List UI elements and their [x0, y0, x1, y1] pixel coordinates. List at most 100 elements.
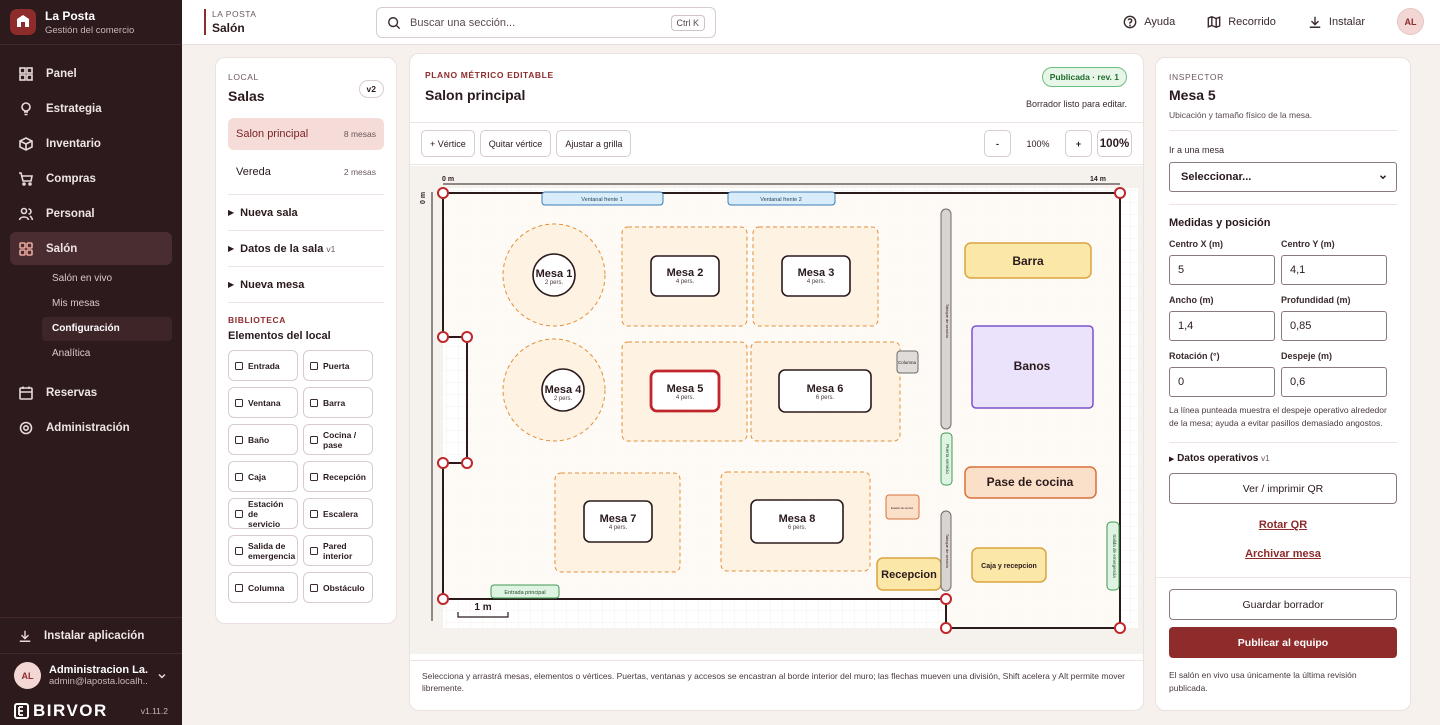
vertex-handle[interactable] — [437, 187, 449, 199]
save-draft-button[interactable]: Guardar borrador — [1169, 589, 1397, 620]
partition-wall-1[interactable]: Tabique de servicio — [940, 208, 952, 430]
user-avatar[interactable]: AL — [1397, 8, 1424, 35]
nav-item-panel[interactable]: Panel — [10, 57, 172, 90]
nav-item-reservas[interactable]: Reservas — [10, 376, 172, 409]
view-qr-button[interactable]: Ver / imprimir QR — [1169, 473, 1397, 504]
caret-right-icon: ▶ — [1169, 456, 1175, 463]
publish-button[interactable]: Publicar al equipo — [1169, 627, 1397, 658]
table-mesa-8[interactable]: Mesa 8 6 pers. — [750, 499, 844, 544]
caret-right-icon: ▶ — [228, 280, 235, 289]
library-item-salida[interactable]: Salida de emergencia — [228, 535, 298, 566]
center-y-input[interactable]: 4,1 — [1281, 255, 1387, 285]
add-vertex-button[interactable]: + Vértice — [421, 130, 475, 157]
clearance-input[interactable]: 0,6 — [1281, 367, 1387, 397]
table-mesa-3[interactable]: Mesa 3 4 pers. — [781, 255, 851, 297]
vertex-handle[interactable] — [437, 331, 449, 343]
element-estacion-servicio[interactable]: Estación de servicio — [885, 494, 920, 520]
goto-table-select[interactable]: Seleccionar... — [1169, 162, 1397, 192]
new-room-expander[interactable]: ▶ Nueva sala — [228, 194, 384, 230]
element-caja[interactable]: Caja y recepcion — [971, 547, 1047, 583]
tour-button[interactable]: Recorrido — [1207, 15, 1276, 29]
library-item-ventana[interactable]: Ventana — [228, 387, 298, 418]
snap-grid-button[interactable]: Ajustar a grilla — [556, 130, 632, 157]
salon-subnav: Salón en vivo Mis mesas Configuración An… — [0, 267, 182, 366]
library-item-obstaculo[interactable]: Obstáculo — [303, 572, 373, 603]
element-ventanal-1[interactable]: Ventanal frente 1 — [541, 191, 664, 206]
subnav-analitica[interactable]: Analítica — [52, 342, 172, 366]
library-item-barra[interactable]: Barra — [303, 387, 373, 418]
element-banos[interactable]: Banos — [971, 325, 1094, 409]
rotate-qr-link[interactable]: Rotar QR — [1169, 519, 1397, 531]
floorplan-canvas[interactable]: 0 m 14 m 0 m Mesa 1 2 pers. Mesa 2 4 per… — [410, 166, 1144, 663]
operational-data-expander[interactable]: ▶ Datos operativos v1 — [1169, 442, 1397, 464]
zoom-out-button[interactable]: - — [984, 130, 1011, 157]
zoom-in-button[interactable]: + — [1065, 130, 1092, 157]
library-item-entrada[interactable]: Entrada — [228, 350, 298, 381]
inspector-title: Mesa 5 — [1169, 87, 1216, 103]
element-columna[interactable]: Columna — [896, 350, 919, 374]
room-data-expander[interactable]: ▶ Datos de la sala v1 — [228, 230, 384, 266]
table-mesa-2[interactable]: Mesa 2 4 pers. — [650, 255, 720, 297]
element-puerta-servicio[interactable]: Puerta servicio — [940, 432, 953, 486]
help-button[interactable]: Ayuda — [1123, 15, 1175, 29]
vertex-handle[interactable] — [1114, 622, 1126, 634]
zoom-reset-button[interactable]: 100% — [1097, 130, 1132, 157]
table-mesa-4[interactable]: Mesa 4 2 pers. — [541, 368, 585, 412]
vertex-handle[interactable] — [461, 331, 473, 343]
nav-item-administracion[interactable]: Administración — [10, 411, 172, 444]
vertex-handle[interactable] — [940, 622, 952, 634]
vertex-handle[interactable] — [1114, 187, 1126, 199]
table-mesa-7[interactable]: Mesa 7 4 pers. — [583, 500, 653, 543]
room-item-vereda[interactable]: Vereda 2 mesas — [228, 156, 384, 188]
search-input[interactable]: Buscar una sección... Ctrl K — [376, 7, 716, 38]
new-table-expander[interactable]: ▶ Nueva mesa — [228, 266, 384, 302]
library-item-escalera[interactable]: Escalera — [303, 498, 373, 529]
element-barra[interactable]: Barra — [964, 242, 1092, 279]
element-salida-emergencia[interactable]: Salida de emergencia — [1106, 521, 1120, 591]
vertex-handle[interactable] — [940, 593, 952, 605]
nav-item-estrategia[interactable]: Estrategia — [10, 92, 172, 125]
nav-item-salon[interactable]: Salón — [10, 232, 172, 265]
element-pase-cocina[interactable]: Pase de cocina — [964, 466, 1097, 499]
archive-table-link[interactable]: Archivar mesa — [1169, 548, 1397, 560]
element-entrada[interactable]: Entrada principal — [490, 584, 560, 599]
library-item-caja[interactable]: Caja — [228, 461, 298, 492]
table-mesa-5-selected[interactable]: Mesa 5 4 pers. — [649, 369, 721, 413]
center-x-input[interactable]: 5 — [1169, 255, 1275, 285]
width-input[interactable]: 1,4 — [1169, 311, 1275, 341]
nav-item-personal[interactable]: Personal — [10, 197, 172, 230]
library-item-puerta[interactable]: Puerta — [303, 350, 373, 381]
partition-wall-2[interactable]: Tabique de servicio — [940, 510, 952, 592]
rotation-input[interactable]: 0 — [1169, 367, 1275, 397]
library-item-cocina[interactable]: Cocina / pase — [303, 424, 373, 455]
floorplan-svg[interactable]: 0 m 14 m 0 m Mesa 1 2 pers. Mesa 2 4 per… — [410, 166, 1144, 663]
install-button[interactable]: Instalar — [1308, 15, 1365, 29]
room-item-salon-principal[interactable]: Salon principal 8 mesas — [228, 118, 384, 150]
library-item-bano[interactable]: Baño — [228, 424, 298, 455]
vertex-handle[interactable] — [437, 593, 449, 605]
table-mesa-6[interactable]: Mesa 6 6 pers. — [778, 369, 872, 413]
install-app-button[interactable]: Instalar aplicación — [0, 617, 182, 653]
element-ventanal-2[interactable]: Ventanal frente 2 — [727, 191, 836, 206]
user-menu[interactable]: AL Administracion La... admin@laposta.lo… — [0, 653, 182, 697]
vertex-handle[interactable] — [461, 457, 473, 469]
remove-vertex-button[interactable]: Quitar vértice — [479, 130, 552, 157]
library-item-pared[interactable]: Pared interior — [303, 535, 373, 566]
library-item-recepcion[interactable]: Recepción — [303, 461, 373, 492]
room-name: Salon principal — [236, 128, 309, 140]
subnav-mis-mesas[interactable]: Mis mesas — [52, 292, 172, 316]
vertex-handle[interactable] — [437, 457, 449, 469]
nav-item-inventario[interactable]: Inventario — [10, 127, 172, 160]
sidebar-footer: BIRVOR v1.11.2 — [0, 697, 182, 725]
subnav-configuracion[interactable]: Configuración — [42, 317, 172, 341]
brand[interactable]: La Posta Gestión del comercio — [0, 0, 182, 45]
element-recepcion[interactable]: Recepcion — [876, 557, 942, 591]
table-mesa-1[interactable]: Mesa 1 2 pers. — [532, 253, 576, 297]
subnav-salon-en-vivo[interactable]: Salón en vivo — [52, 267, 172, 291]
library-item-columna[interactable]: Columna — [228, 572, 298, 603]
depth-input[interactable]: 0,85 — [1281, 311, 1387, 341]
nav-label: Administración — [46, 421, 130, 434]
library-item-estacion[interactable]: Estación de servicio — [228, 498, 298, 529]
nav-label: Panel — [46, 67, 77, 80]
nav-item-compras[interactable]: Compras — [10, 162, 172, 195]
